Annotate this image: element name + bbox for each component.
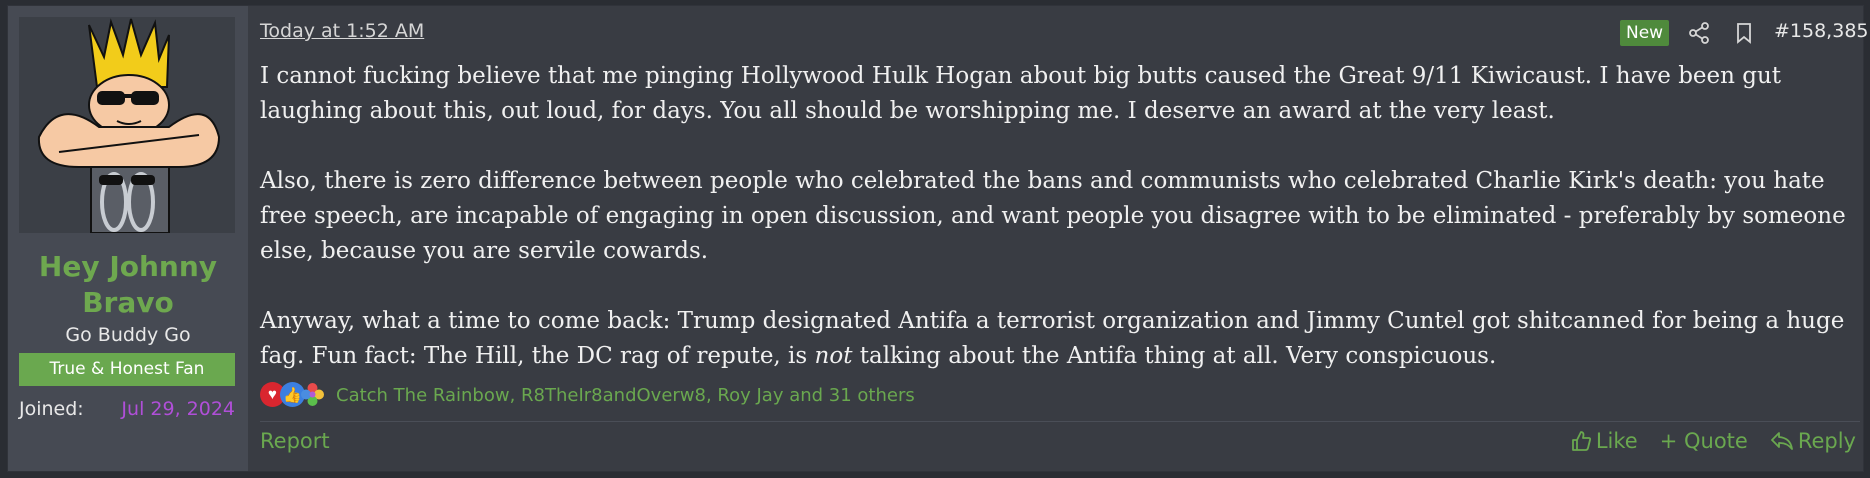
reply-label: Reply <box>1797 429 1856 453</box>
post-paragraph: Anyway, what a time to come back: Trump … <box>260 304 1860 374</box>
reaction-names[interactable]: Catch The Rainbow, R8TheIr8andOverw8, Ro… <box>336 385 915 406</box>
joined-date: Jul 29, 2024 <box>121 398 235 420</box>
rainbow-flower-icon <box>300 382 325 407</box>
footer-divider <box>260 421 1860 422</box>
reaction-icons: ♥ 👍 <box>260 380 330 410</box>
reactions-bar[interactable]: ♥ 👍 Catch The Rainbow, R8TheIr8andOverw8… <box>260 380 915 410</box>
like-button[interactable]: Like <box>1570 429 1638 453</box>
avatar[interactable] <box>19 17 235 233</box>
post-actions: Like + Quote Reply <box>1570 429 1856 453</box>
post-number-link[interactable]: #158,385 <box>1774 20 1869 42</box>
emphasis-text: not <box>814 343 853 369</box>
username[interactable]: Hey Johnny Bravo <box>8 249 248 321</box>
new-badge: New <box>1620 20 1670 46</box>
paragraph-text: talking about the Antifa thing at all. V… <box>852 343 1497 369</box>
user-sidebar: Hey Johnny Bravo Go Buddy Go True & Hone… <box>8 6 248 471</box>
bookmark-icon[interactable] <box>1734 22 1754 44</box>
quote-label: + Quote <box>1659 429 1748 453</box>
post-paragraph: I cannot fucking believe that me pinging… <box>260 63 1782 124</box>
user-banner: True & Honest Fan <box>19 353 235 386</box>
cartoon-avatar-icon <box>19 17 235 233</box>
like-label: Like <box>1595 429 1638 453</box>
thumbs-up-outline-icon <box>1571 431 1591 451</box>
joined-label: Joined: <box>19 398 84 420</box>
post-timestamp[interactable]: Today at 1:52 AM <box>260 20 424 42</box>
reply-button[interactable]: Reply <box>1770 429 1856 453</box>
quote-button[interactable]: + Quote <box>1660 429 1748 453</box>
share-icon[interactable] <box>1688 22 1710 44</box>
post-container: Hey Johnny Bravo Go Buddy Go True & Hone… <box>7 5 1869 472</box>
reply-arrow-icon <box>1770 432 1793 450</box>
user-title: Go Buddy Go <box>65 324 191 346</box>
post-body: I cannot fucking believe that me pinging… <box>260 59 1860 374</box>
post-paragraph: Also, there is zero difference between p… <box>260 168 1846 264</box>
report-link[interactable]: Report <box>260 429 330 453</box>
